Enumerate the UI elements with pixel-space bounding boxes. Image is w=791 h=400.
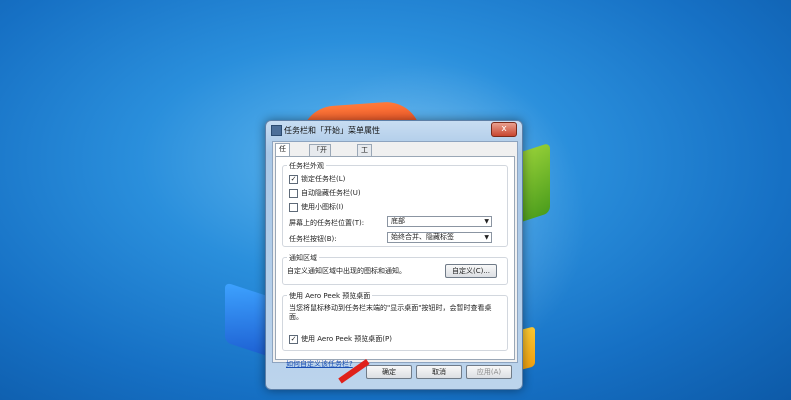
taskbar-buttons-label: 任务栏按钮(B): (289, 235, 337, 243)
taskbar-appearance-label: 任务栏外观 (287, 161, 326, 171)
aero-peek-label: 使用 Aero Peek 预览桌面 (287, 291, 373, 301)
auto-hide-checkbox[interactable] (289, 188, 298, 198)
notification-area-group: 通知区域 自定义通知区域中出现的图标和通知。 自定义(C)... (282, 253, 508, 285)
small-icons-option[interactable]: 使用小图标(I) (289, 202, 344, 212)
taskbar-buttons-select[interactable]: 始终合并、隐藏标签 ▼ (387, 232, 492, 243)
help-link[interactable]: 如何自定义该任务栏? (286, 359, 353, 369)
tab-taskbar[interactable]: 任务栏 (275, 143, 290, 175)
dialog-content: 任务栏 「开始」菜单 工具栏 任务栏外观 ✓ 锁定任务栏(L) 自动隐藏任务栏(… (272, 141, 518, 368)
tab-start-menu[interactable]: 「开始」菜单 (309, 144, 331, 176)
small-icons-checkbox[interactable] (289, 202, 298, 212)
ok-button[interactable]: 确定 (366, 365, 412, 379)
auto-hide-option[interactable]: 自动隐藏任务栏(U) (289, 188, 361, 198)
close-button[interactable]: x (491, 122, 517, 137)
tab-toolbars[interactable]: 工具栏 (357, 144, 372, 176)
customize-button[interactable]: 自定义(C)... (445, 264, 497, 278)
notification-area-label: 通知区域 (287, 253, 319, 263)
lock-taskbar-option[interactable]: ✓ 锁定任务栏(L) (289, 174, 345, 184)
window-title: 任务栏和「开始」菜单属性 (284, 126, 380, 135)
taskbar-buttons-value: 始终合并、隐藏标签 (391, 233, 454, 241)
aero-peek-description: 当您将鼠标移动到任务栏末端的"显示桌面"按钮时，会暂时查看桌面。 (289, 304, 492, 321)
title-bar[interactable]: 任务栏和「开始」菜单属性 x (266, 121, 522, 139)
taskbar-position-label: 屏幕上的任务栏位置(T): (289, 219, 365, 227)
lock-taskbar-label: 锁定任务栏(L) (301, 175, 346, 183)
aero-peek-option[interactable]: ✓ 使用 Aero Peek 预览桌面(P) (289, 334, 392, 344)
chevron-down-icon: ▼ (484, 234, 489, 241)
taskbar-position-value: 底部 (391, 217, 405, 225)
auto-hide-label: 自动隐藏任务栏(U) (301, 189, 361, 197)
tab-panel-taskbar: 任务栏外观 ✓ 锁定任务栏(L) 自动隐藏任务栏(U) 使用小图标(I) 屏幕上… (275, 156, 515, 368)
cancel-button[interactable]: 取消 (416, 365, 462, 379)
small-icons-label: 使用小图标(I) (301, 203, 344, 211)
aero-peek-checkbox[interactable]: ✓ (289, 334, 298, 344)
taskbar-appearance-group: 任务栏外观 ✓ 锁定任务栏(L) 自动隐藏任务栏(U) 使用小图标(I) 屏幕上… (282, 161, 508, 247)
taskbar-properties-dialog: 任务栏和「开始」菜单属性 x 任务栏 「开始」菜单 工具栏 任务栏外观 ✓ 锁定… (265, 120, 523, 390)
notification-area-description: 自定义通知区域中出现的图标和通知。 (287, 267, 406, 275)
chevron-down-icon: ▼ (484, 218, 489, 225)
taskbar-settings-icon (271, 125, 282, 136)
aero-peek-option-label: 使用 Aero Peek 预览桌面(P) (301, 335, 392, 343)
aero-peek-group: 使用 Aero Peek 预览桌面 当您将鼠标移动到任务栏末端的"显示桌面"按钮… (282, 291, 508, 351)
taskbar-position-select[interactable]: 底部 ▼ (387, 216, 492, 227)
lock-taskbar-checkbox[interactable]: ✓ (289, 174, 298, 184)
apply-button[interactable]: 应用(A) (466, 365, 512, 379)
